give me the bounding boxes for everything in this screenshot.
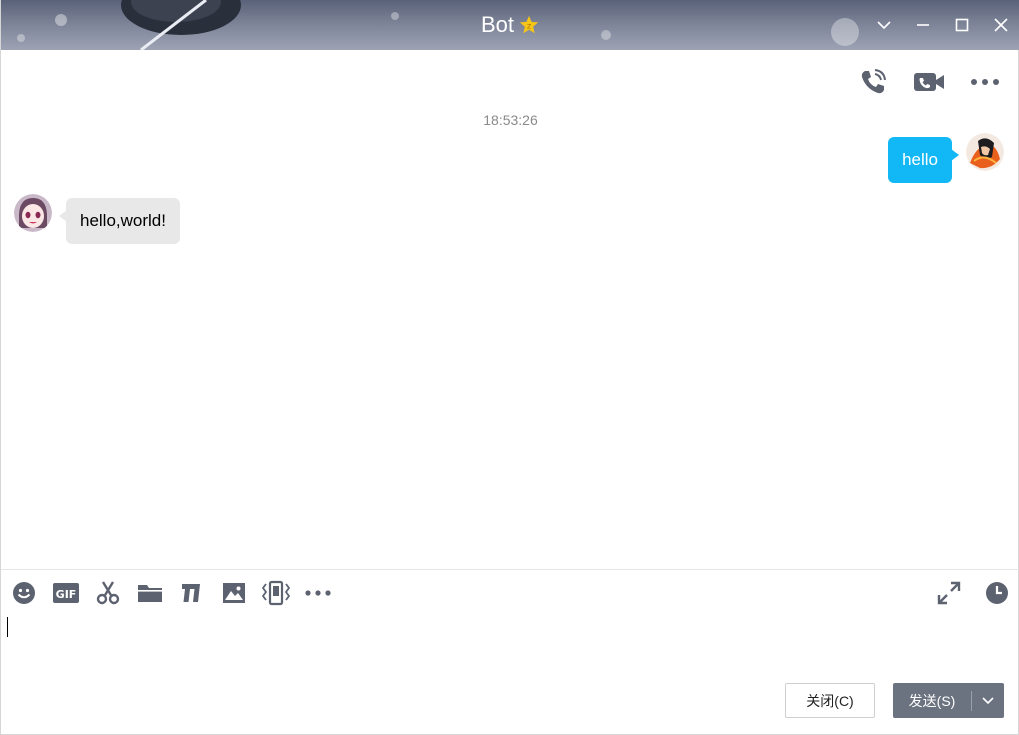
send-button[interactable]: 发送(S): [893, 683, 971, 718]
input-divider: [1, 569, 1019, 570]
chat-window: Bot z 18:53:26 hello hello,world! GIF 关闭…: [0, 0, 1019, 735]
more-options-icon[interactable]: [968, 66, 1002, 98]
emoji-icon[interactable]: [9, 578, 39, 608]
video-call-icon[interactable]: [912, 66, 946, 98]
folder-icon[interactable]: [135, 578, 165, 608]
self-avatar[interactable]: [966, 133, 1004, 171]
svg-text:z: z: [527, 21, 531, 31]
chevron-down-icon: [982, 696, 994, 704]
chevron-down-icon[interactable]: [864, 0, 903, 50]
input-toolbar-right: [934, 578, 1012, 608]
chat-actions: [856, 66, 1002, 98]
text-format-icon[interactable]: [177, 578, 207, 608]
shake-window-icon[interactable]: [261, 578, 291, 608]
image-icon[interactable]: [219, 578, 249, 608]
star-badge-icon: z: [519, 15, 539, 34]
more-tools-icon[interactable]: [303, 578, 333, 608]
message-timestamp: 18:53:26: [483, 112, 538, 128]
close-icon[interactable]: [981, 0, 1019, 50]
close-button[interactable]: 关闭(C): [785, 683, 875, 718]
title-bar[interactable]: Bot z: [1, 0, 1019, 50]
gif-icon[interactable]: GIF: [51, 578, 81, 608]
history-clock-icon[interactable]: [982, 578, 1012, 608]
window-title: Bot: [480, 12, 515, 37]
screenshot-scissors-icon[interactable]: [93, 578, 123, 608]
incoming-message-text: hello,world!: [80, 211, 166, 230]
send-button-label: 发送(S): [908, 692, 956, 709]
expand-icon[interactable]: [934, 578, 964, 608]
input-toolbar: GIF: [9, 578, 333, 608]
bot-avatar[interactable]: [14, 194, 52, 232]
outgoing-message-bubble[interactable]: hello: [888, 137, 959, 183]
outgoing-message-text: hello: [902, 150, 938, 169]
incoming-message-bubble[interactable]: hello,world!: [59, 198, 180, 244]
close-button-label: 关闭(C): [806, 692, 854, 709]
voice-call-icon[interactable]: [856, 66, 890, 98]
svg-text:GIF: GIF: [56, 588, 77, 601]
text-caret: [7, 617, 8, 637]
send-options-dropdown[interactable]: [972, 683, 1004, 718]
send-button-group: 发送(S): [893, 683, 1004, 718]
minimize-icon[interactable]: [903, 0, 942, 50]
maximize-icon[interactable]: [942, 0, 981, 50]
message-input[interactable]: [1, 610, 1019, 680]
